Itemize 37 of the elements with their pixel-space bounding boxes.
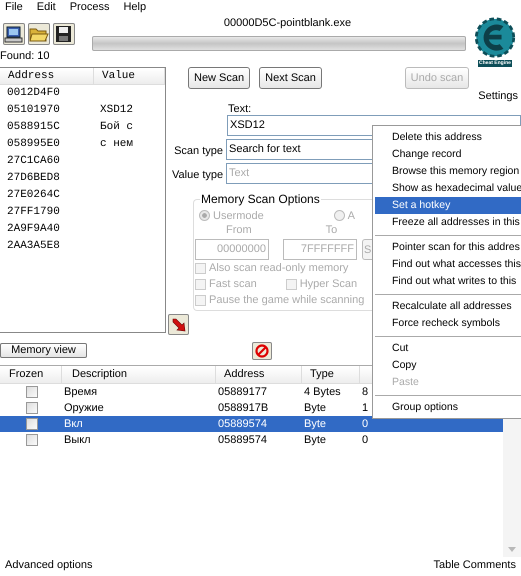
field-label: To — [326, 224, 338, 236]
address-cell-text: 27C1CA60 — [7, 154, 61, 169]
value-cell-text: Бой с — [100, 120, 134, 135]
process-title: 00000D5C-pointblank.exe — [222, 16, 352, 30]
address-cell-text: 05101970 — [7, 103, 61, 118]
description-cell-text: Выкл — [63, 433, 92, 448]
field-label: Text: — [227, 103, 252, 115]
value-cell-text: 0 — [361, 417, 368, 432]
description-cell-text: Вкл — [63, 417, 84, 432]
address-cell-text: 2A9F9A40 — [7, 222, 61, 237]
field-label: Value type — [172, 169, 223, 181]
address-cell-text: 27D6BED8 — [7, 171, 61, 186]
group-title: Memory Scan Options — [200, 192, 321, 206]
description-cell-text: Оружие — [63, 401, 105, 416]
found-count: Found: 10 — [0, 50, 51, 63]
field-label: From — [226, 224, 252, 236]
address-cell-text: 0012D4F0 — [7, 86, 61, 101]
value-cell-text: XSD12 — [100, 103, 134, 118]
address-cell-text: 27E0264C — [7, 188, 61, 203]
field-label: Scan type — [173, 145, 223, 157]
value-cell-text: с нем — [100, 137, 134, 152]
value-cell-text: 1 — [361, 401, 368, 416]
address-cell-text: 0588917B — [217, 401, 270, 416]
value-cell-text: 0 — [361, 433, 368, 448]
address-cell-text: 05889574 — [217, 433, 268, 448]
type-cell-text: Byte — [303, 401, 328, 416]
type-cell-text: Byte — [303, 417, 328, 432]
address-cell-text: 0588915C — [7, 120, 61, 135]
address-cell-text: 2AA3A5E8 — [7, 239, 61, 254]
address-cell-text: 058995E0 — [7, 137, 61, 152]
type-cell-text: 4 Bytes — [303, 385, 342, 400]
type-cell-text: Byte — [303, 433, 328, 448]
address-cell-text: 05889177 — [217, 385, 268, 400]
address-cell-text: 05889574 — [217, 417, 268, 432]
address-cell-text: 27FF1790 — [7, 205, 61, 220]
description-cell-text: Время — [63, 385, 98, 400]
value-cell-text: 8 — [361, 385, 368, 400]
